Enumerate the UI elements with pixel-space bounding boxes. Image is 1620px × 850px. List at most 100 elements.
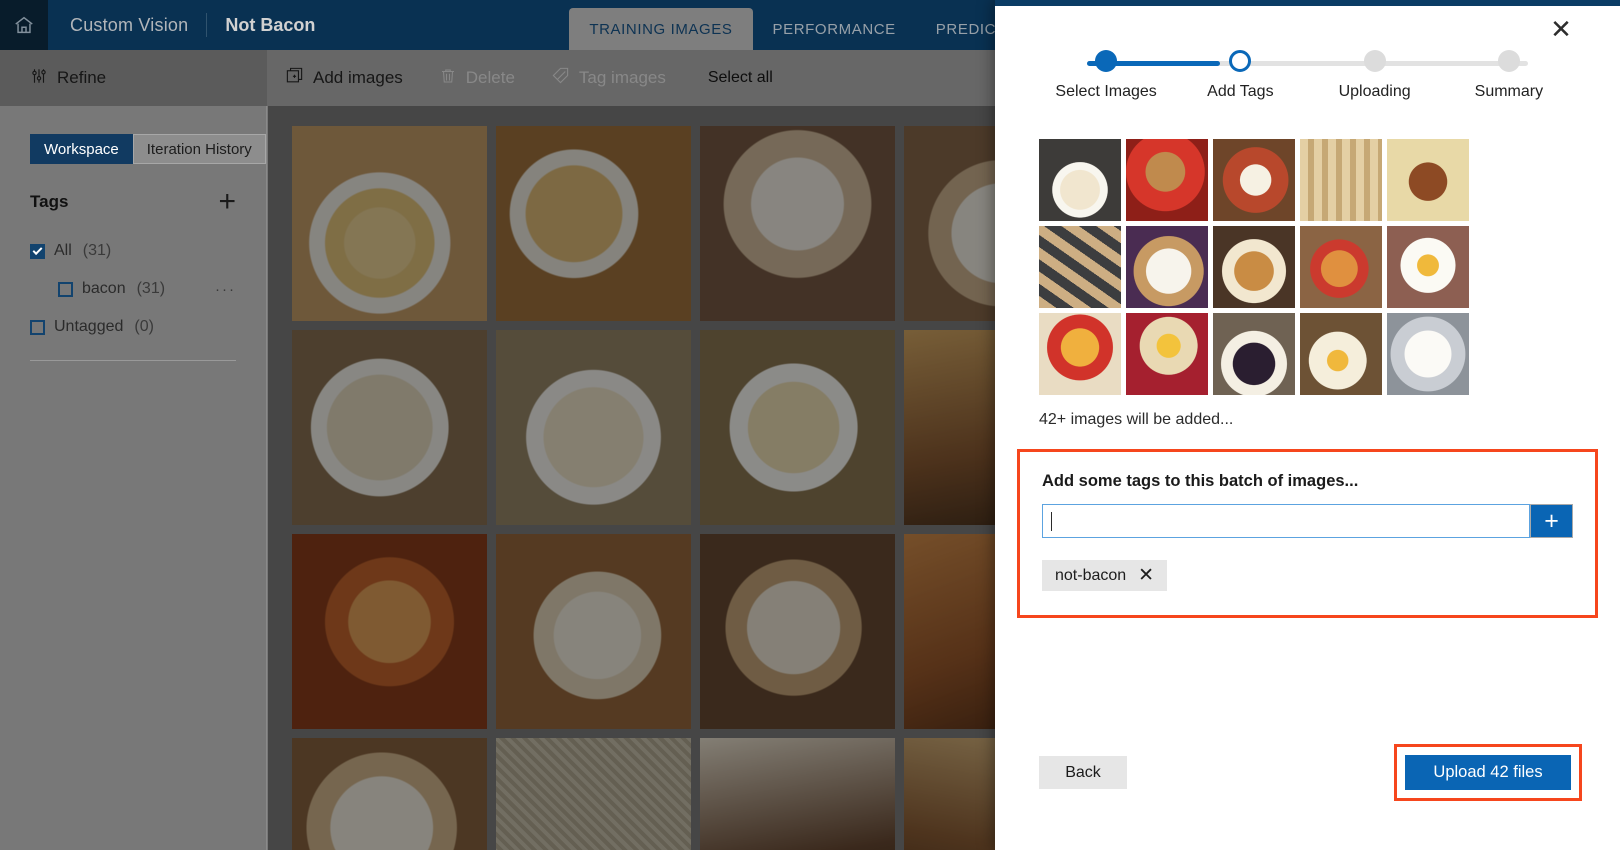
- back-button[interactable]: Back: [1039, 756, 1127, 789]
- tag-row-all[interactable]: All (31): [0, 232, 266, 270]
- tag-input[interactable]: [1042, 504, 1530, 538]
- tag-row-bacon[interactable]: bacon (31) ···: [0, 270, 266, 308]
- remove-tag-icon[interactable]: ✕: [1138, 566, 1154, 585]
- close-icon[interactable]: ✕: [1546, 14, 1576, 44]
- tag-images-label: Tag images: [578, 68, 666, 87]
- toolbar-actions: Add images Delete Tag images Select all: [267, 50, 791, 106]
- main-tabs: TRAINING IMAGES PERFORMANCE PREDICTIONS: [569, 0, 1065, 50]
- tags-header: Tags +: [30, 187, 236, 217]
- image-tile[interactable]: [292, 738, 487, 850]
- sidebar-divider: [30, 360, 236, 361]
- image-tile[interactable]: [700, 330, 895, 525]
- step-dot-summary: [1497, 50, 1520, 72]
- plus-icon[interactable]: +: [218, 187, 236, 217]
- tag-label-all: All: [54, 242, 72, 259]
- tag-overflow-menu-bacon[interactable]: ···: [215, 281, 236, 298]
- step-select-images[interactable]: Select Images: [1039, 50, 1173, 101]
- home-icon: [13, 14, 35, 36]
- step-summary: Summary: [1442, 50, 1576, 101]
- image-count-note: 42+ images will be added...: [1039, 411, 1234, 428]
- image-tile[interactable]: [496, 534, 691, 729]
- image-tile[interactable]: [496, 126, 691, 321]
- step-label-uploading: Uploading: [1338, 83, 1411, 100]
- delete-label: Delete: [465, 68, 515, 87]
- brand-separator: [206, 13, 208, 37]
- image-tile[interactable]: [292, 126, 487, 321]
- selected-images-preview: [1039, 139, 1620, 395]
- tag-label-bacon: bacon: [82, 280, 126, 297]
- step-label-add-tags: Add Tags: [1207, 83, 1274, 100]
- add-tag-button[interactable]: +: [1530, 504, 1573, 538]
- upload-files-button[interactable]: Upload 42 files: [1405, 755, 1571, 790]
- select-all-button[interactable]: Select all: [684, 50, 791, 106]
- tag-label-untagged: Untagged: [54, 318, 124, 335]
- stepper-steps: Select Images Add Tags Uploading Summary: [1039, 50, 1576, 101]
- image-tile[interactable]: [496, 330, 691, 525]
- panel-top-strip: [995, 0, 1620, 6]
- refine-label: Refine: [57, 68, 107, 87]
- project-title: Not Bacon: [225, 14, 316, 35]
- tags-title: Tags: [30, 192, 69, 211]
- workspace-toggle-group: Workspace Iteration History: [30, 134, 266, 164]
- text-caret: [1051, 511, 1052, 531]
- select-all-label: Select all: [707, 69, 773, 86]
- brand-name[interactable]: Custom Vision: [48, 0, 188, 50]
- tag-icon: [551, 66, 570, 90]
- add-tags-section: Add some tags to this batch of images...…: [1017, 449, 1598, 618]
- add-tags-title: Add some tags to this batch of images...: [1042, 472, 1359, 490]
- panel-footer: Back Upload 42 files: [995, 730, 1620, 850]
- checkbox-untagged[interactable]: [30, 319, 45, 335]
- add-images-button[interactable]: Add images: [267, 50, 421, 106]
- tag-count-all: (31): [82, 242, 112, 259]
- tag-count-untagged: (0): [134, 318, 154, 335]
- preview-thumbnail: [1387, 139, 1469, 221]
- tag-chip-list: not-bacon ✕: [1042, 560, 1573, 591]
- step-dot-add-tags: [1229, 50, 1252, 72]
- preview-thumbnail: [1387, 226, 1469, 308]
- preview-thumbnail: [1039, 313, 1121, 395]
- step-label-select-images: Select Images: [1055, 83, 1157, 100]
- segment-iteration-history[interactable]: Iteration History: [132, 134, 266, 164]
- image-tile[interactable]: [700, 534, 895, 729]
- preview-thumbnail: [1300, 139, 1382, 221]
- tab-performance[interactable]: PERFORMANCE: [753, 8, 916, 50]
- preview-thumbnail: [1387, 313, 1469, 395]
- delete-button[interactable]: Delete: [421, 50, 533, 106]
- tag-images-button[interactable]: Tag images: [533, 50, 684, 106]
- preview-thumbnail: [1126, 226, 1208, 308]
- tag-count-bacon: (31): [136, 280, 166, 297]
- image-tile[interactable]: [292, 534, 487, 729]
- tag-row-untagged[interactable]: Untagged (0): [0, 308, 266, 346]
- add-images-label: Add images: [313, 68, 403, 87]
- add-image-icon: [285, 66, 304, 90]
- upload-images-panel: ✕ Select Images Add Tags Uploading Summa…: [995, 0, 1620, 850]
- tab-training-images[interactable]: TRAINING IMAGES: [569, 8, 753, 50]
- preview-thumbnail: [1300, 313, 1382, 395]
- segment-workspace[interactable]: Workspace: [30, 134, 133, 164]
- preview-thumbnail: [1039, 226, 1121, 308]
- step-add-tags[interactable]: Add Tags: [1173, 50, 1307, 101]
- step-uploading: Uploading: [1308, 50, 1442, 101]
- preview-thumbnail: [1213, 226, 1295, 308]
- preview-thumbnail: [1213, 313, 1295, 395]
- app-root: Custom Vision Not Bacon TRAINING IMAGES …: [0, 0, 1620, 850]
- tag-chip[interactable]: not-bacon ✕: [1042, 560, 1168, 591]
- checkbox-bacon[interactable]: [58, 281, 73, 297]
- tag-chip-label: not-bacon: [1055, 566, 1127, 584]
- tag-list: All (31) bacon (31) ··· Untagged (0): [0, 232, 266, 346]
- checkbox-all[interactable]: [30, 243, 45, 259]
- home-button[interactable]: [0, 0, 48, 50]
- sliders-icon: [30, 67, 48, 90]
- image-tile[interactable]: [292, 330, 487, 525]
- trash-icon: [439, 67, 457, 90]
- step-dot-uploading: [1363, 50, 1386, 72]
- image-tile[interactable]: [496, 738, 691, 850]
- refine-button[interactable]: Refine: [0, 50, 267, 106]
- image-tile[interactable]: [700, 126, 895, 321]
- preview-thumbnail: [1039, 139, 1121, 221]
- preview-thumbnail: [1213, 139, 1295, 221]
- step-label-summary: Summary: [1474, 83, 1544, 100]
- left-sidebar: Workspace Iteration History Tags + All (…: [0, 106, 267, 850]
- image-tile[interactable]: [700, 738, 895, 850]
- upload-button-highlight: Upload 42 files: [1394, 744, 1582, 801]
